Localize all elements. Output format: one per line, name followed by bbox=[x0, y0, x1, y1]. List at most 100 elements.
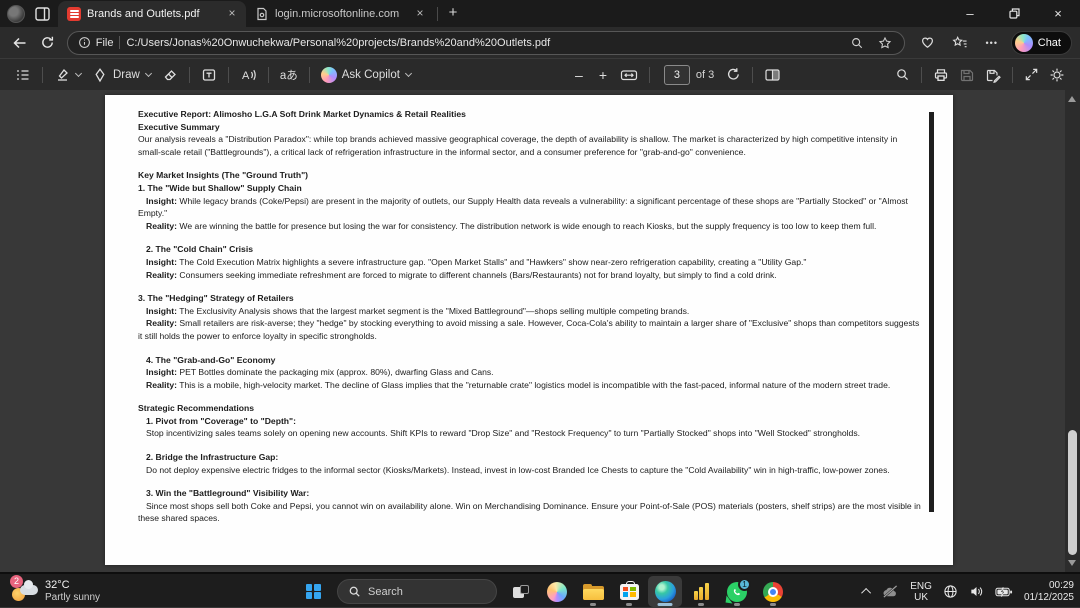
tab-login-microsoftonline[interactable]: login.microsoftonline.com × bbox=[246, 1, 434, 27]
page-total-label: of 3 bbox=[696, 69, 714, 81]
copilot-icon bbox=[321, 67, 337, 83]
hidden-icons-chevron[interactable] bbox=[861, 588, 871, 598]
page-view-button[interactable] bbox=[759, 62, 786, 88]
taskbar-search-box[interactable]: Search bbox=[337, 579, 497, 604]
task-view-button[interactable] bbox=[504, 576, 538, 607]
read-aloud-icon: A bbox=[240, 67, 257, 83]
back-arrow-icon bbox=[12, 35, 28, 51]
scroll-up-icon[interactable] bbox=[1068, 96, 1076, 102]
highlight-button[interactable] bbox=[49, 62, 87, 88]
pdf-page[interactable]: Executive Report: Alimosho L.G.A Soft Dr… bbox=[105, 95, 953, 565]
browser-essentials-button[interactable] bbox=[915, 30, 941, 56]
copilot-icon bbox=[1015, 34, 1033, 52]
document-spacer bbox=[138, 391, 921, 402]
weather-widget[interactable]: 2 32°C Partly sunny bbox=[6, 577, 106, 605]
chrome-button[interactable] bbox=[756, 576, 790, 607]
save-button[interactable] bbox=[954, 62, 980, 88]
document-paragraph: Insight: PET Bottles dominate the packag… bbox=[138, 366, 921, 379]
paragraph-lead: Reality: bbox=[146, 270, 177, 280]
page-number-input[interactable]: 3 bbox=[664, 65, 690, 85]
url-text: C:/Users/Jonas%20Onwuchekwa/Personal%20p… bbox=[126, 37, 839, 49]
whatsapp-badge: 1 bbox=[738, 578, 751, 591]
table-of-contents-button[interactable] bbox=[10, 62, 36, 88]
battery-charging-icon[interactable] bbox=[995, 585, 1013, 599]
close-window-button[interactable]: × bbox=[1036, 0, 1080, 26]
document-heading: Strategic Recommendations bbox=[138, 402, 921, 415]
edge-button[interactable] bbox=[648, 576, 682, 607]
paragraph-lead: Reality: bbox=[146, 221, 177, 231]
tab-layout-icon[interactable] bbox=[35, 7, 50, 21]
start-button[interactable] bbox=[296, 576, 330, 607]
tray-date: 01/12/2025 bbox=[1024, 592, 1074, 604]
ask-copilot-button[interactable]: Ask Copilot bbox=[316, 62, 417, 88]
network-globe-icon[interactable] bbox=[943, 584, 958, 599]
vertical-scrollbar[interactable] bbox=[1065, 90, 1080, 572]
back-button[interactable] bbox=[8, 30, 31, 56]
restore-button[interactable] bbox=[992, 0, 1036, 26]
power-bi-button[interactable] bbox=[684, 576, 718, 607]
zoom-page-button[interactable] bbox=[846, 32, 868, 54]
document-paragraph: Reality: Consumers seeking immediate ref… bbox=[138, 269, 921, 282]
erase-button[interactable] bbox=[157, 62, 183, 88]
scroll-down-icon[interactable] bbox=[1068, 560, 1076, 566]
rotate-button[interactable] bbox=[720, 62, 746, 88]
minimize-button[interactable]: – bbox=[948, 0, 992, 26]
draw-button[interactable]: Draw bbox=[87, 62, 157, 88]
zoom-in-button[interactable]: + bbox=[591, 62, 615, 88]
browser-essentials-icon bbox=[920, 35, 935, 50]
pdf-toolbar: Draw A aあ Ask Copilot bbox=[0, 58, 1080, 90]
document-heading: 1. Pivot from "Coverage" to "Depth": bbox=[138, 415, 921, 428]
tab-divider bbox=[437, 7, 438, 21]
favorites-bar-button[interactable] bbox=[947, 30, 973, 56]
expand-button[interactable] bbox=[1019, 62, 1044, 88]
settings-more-button[interactable]: ••• bbox=[979, 30, 1005, 56]
tab-close-icon[interactable]: × bbox=[224, 6, 240, 22]
scheme-chip[interactable]: File bbox=[78, 36, 114, 49]
zoom-out-button[interactable]: – bbox=[567, 62, 591, 88]
fit-to-width-button[interactable] bbox=[615, 62, 643, 88]
pdf-settings-button[interactable] bbox=[1044, 62, 1070, 88]
document-spacer bbox=[138, 476, 921, 487]
copilot-chat-button[interactable]: Chat bbox=[1011, 31, 1072, 55]
paragraph-lead: Insight: bbox=[146, 306, 177, 316]
profile-avatar[interactable] bbox=[7, 5, 25, 23]
chevron-down-icon bbox=[145, 69, 152, 76]
pdf-content-area: Executive Report: Alimosho L.G.A Soft Dr… bbox=[0, 90, 1080, 572]
read-aloud-button[interactable]: A bbox=[235, 62, 262, 88]
add-text-button[interactable] bbox=[196, 62, 222, 88]
translate-button[interactable]: aあ bbox=[275, 62, 303, 88]
favorite-star-button[interactable] bbox=[874, 32, 896, 54]
file-explorer-button[interactable] bbox=[576, 576, 610, 607]
refresh-button[interactable] bbox=[35, 30, 58, 56]
language-indicator[interactable]: ENG UK bbox=[910, 581, 932, 603]
document-paragraph: Reality: This is a mobile, high-velocity… bbox=[138, 379, 921, 392]
print-icon bbox=[933, 67, 949, 83]
save-as-icon bbox=[985, 67, 1001, 83]
onedrive-cloud-slash-icon[interactable] bbox=[882, 584, 899, 599]
pdf-file-icon bbox=[67, 7, 81, 21]
document-heading: Executive Report: Alimosho L.G.A Soft Dr… bbox=[138, 108, 921, 121]
print-button[interactable] bbox=[928, 62, 954, 88]
whatsapp-button[interactable]: 1 bbox=[720, 576, 754, 607]
power-bi-icon bbox=[694, 583, 709, 600]
folder-icon bbox=[583, 584, 604, 600]
save-as-button[interactable] bbox=[980, 62, 1006, 88]
tab-brands-and-outlets-pdf[interactable]: Brands and Outlets.pdf × bbox=[58, 1, 246, 27]
translate-icon: aあ bbox=[280, 67, 298, 83]
save-icon bbox=[959, 67, 975, 83]
url-field[interactable]: File C:/Users/Jonas%20Onwuchekwa/Persona… bbox=[67, 31, 905, 55]
toolbar-divider bbox=[921, 67, 922, 83]
tab-close-icon[interactable]: × bbox=[412, 6, 428, 22]
clock-widget[interactable]: 00:29 01/12/2025 bbox=[1024, 580, 1074, 604]
toolbar-divider bbox=[752, 67, 753, 83]
rotate-icon bbox=[725, 67, 741, 83]
volume-icon[interactable] bbox=[969, 584, 984, 599]
document-spacer bbox=[138, 281, 921, 292]
microsoft-store-button[interactable] bbox=[612, 576, 646, 607]
search-document-button[interactable] bbox=[890, 62, 915, 88]
scheme-label: File bbox=[96, 37, 114, 49]
star-icon bbox=[878, 36, 892, 50]
taskbar-copilot-button[interactable] bbox=[540, 576, 574, 607]
scrollbar-thumb[interactable] bbox=[1068, 430, 1077, 555]
new-tab-button[interactable]: + bbox=[441, 1, 465, 25]
